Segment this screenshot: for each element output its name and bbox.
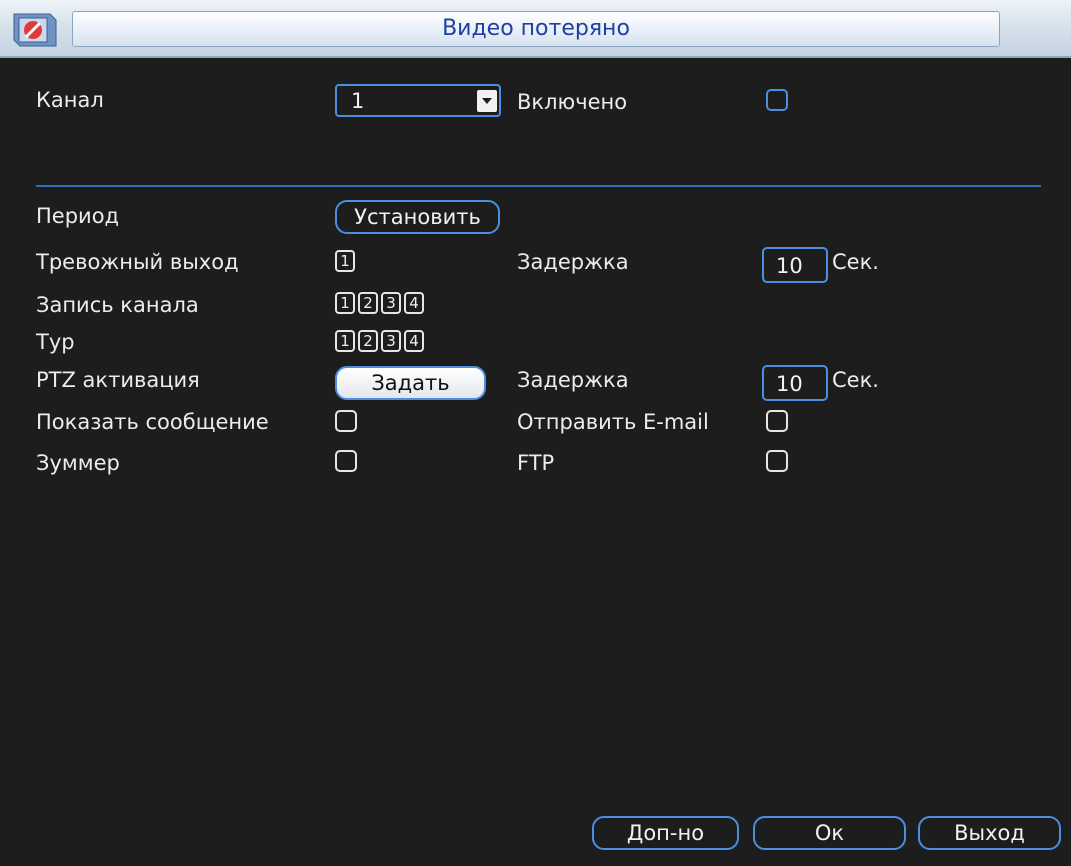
advanced-button[interactable]: Доп-но bbox=[592, 816, 739, 850]
tour-channel-4[interactable]: 4 bbox=[404, 330, 424, 352]
buzzer-label: Зуммер bbox=[36, 451, 120, 475]
delay-input-2[interactable]: 10 bbox=[762, 365, 828, 401]
ptz-activation-label: PTZ активация bbox=[36, 368, 200, 392]
ftp-label: FTP bbox=[517, 451, 555, 475]
show-message-checkbox[interactable] bbox=[335, 410, 357, 432]
record-channel-1[interactable]: 1 bbox=[335, 292, 355, 314]
delay-label: Задержка bbox=[517, 250, 629, 274]
tour-channel-2[interactable]: 2 bbox=[358, 330, 378, 352]
delay-label-2: Задержка bbox=[517, 368, 629, 392]
tour-channel-1[interactable]: 1 bbox=[335, 330, 355, 352]
delay-unit: Сек. bbox=[832, 250, 879, 274]
alarm-output-label: Тревожный выход bbox=[36, 250, 239, 274]
tour-label: Тур bbox=[36, 330, 75, 354]
title-bar: Видео потеряно bbox=[0, 0, 1071, 58]
channel-label: Канал bbox=[36, 88, 104, 112]
alarm-output-channel-1[interactable]: 1 bbox=[335, 250, 355, 272]
show-message-label: Показать сообщение bbox=[36, 410, 269, 434]
ptz-set-button[interactable]: Задать bbox=[335, 366, 486, 400]
record-channel-4[interactable]: 4 bbox=[404, 292, 424, 314]
enabled-label: Включено bbox=[517, 90, 628, 114]
exit-button[interactable]: Выход bbox=[918, 816, 1061, 850]
delay-input[interactable]: 10 bbox=[762, 247, 828, 283]
enabled-checkbox[interactable] bbox=[766, 89, 788, 111]
buzzer-checkbox[interactable] bbox=[335, 450, 357, 472]
section-divider bbox=[36, 185, 1041, 187]
tour-channel-3[interactable]: 3 bbox=[381, 330, 401, 352]
chevron-down-icon[interactable] bbox=[477, 90, 497, 112]
period-label: Период bbox=[36, 204, 120, 228]
send-email-label: Отправить E-mail bbox=[517, 410, 709, 434]
send-email-checkbox[interactable] bbox=[766, 410, 788, 432]
delay-unit-2: Сек. bbox=[832, 368, 879, 392]
set-period-button[interactable]: Установить bbox=[335, 200, 500, 234]
window-title: Видео потеряно bbox=[72, 11, 1000, 47]
video-loss-dialog: Видео потеряно Канал 1 Включено Период У… bbox=[0, 0, 1071, 866]
channel-select[interactable]: 1 bbox=[335, 84, 501, 117]
record-channel-2[interactable]: 2 bbox=[358, 292, 378, 314]
ok-button[interactable]: Ок bbox=[753, 816, 906, 850]
record-channel-3[interactable]: 3 bbox=[381, 292, 401, 314]
record-channel-label: Запись канала bbox=[36, 293, 199, 317]
app-icon bbox=[13, 13, 57, 47]
channel-select-value: 1 bbox=[351, 89, 365, 113]
ftp-checkbox[interactable] bbox=[766, 450, 788, 472]
